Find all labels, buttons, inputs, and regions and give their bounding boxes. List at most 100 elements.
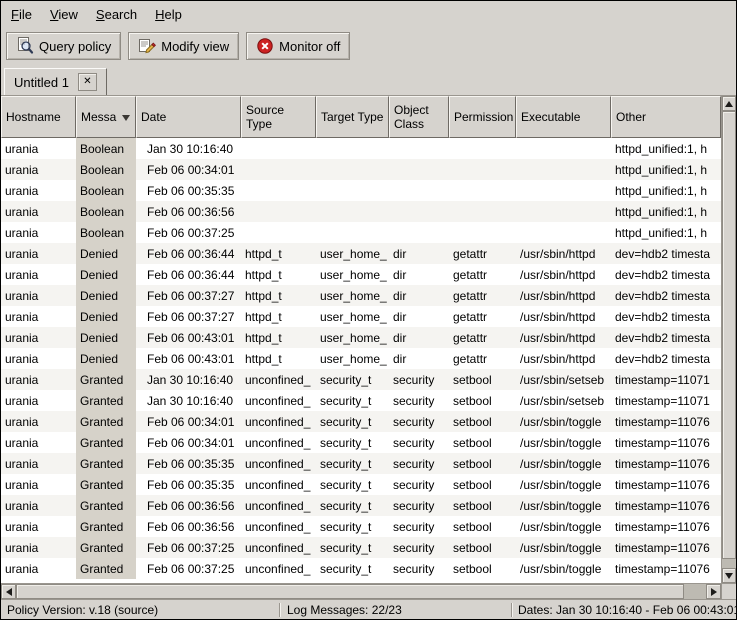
cell-message: Denied — [76, 243, 136, 264]
table-row[interactable]: urania Denied Feb 06 00:43:01 httpd_t us… — [1, 348, 721, 369]
cell-permission: setbool — [449, 432, 516, 453]
table-row[interactable]: urania Granted Feb 06 00:34:01 unconfine… — [1, 432, 721, 453]
cell-other: httpd_unified:1, h — [611, 201, 721, 222]
table-row[interactable]: urania Granted Feb 06 00:36:56 unconfine… — [1, 516, 721, 537]
tab-untitled-1[interactable]: Untitled 1 ✕ — [4, 68, 107, 95]
menu-bar: File View Search Help — [1, 1, 736, 27]
col-header-date[interactable]: Date — [136, 96, 241, 138]
tab-close-button[interactable]: ✕ — [78, 73, 97, 91]
table-row[interactable]: urania Denied Feb 06 00:36:44 httpd_t us… — [1, 264, 721, 285]
cell-other: dev=hdb2 timesta — [611, 264, 721, 285]
cell-message: Boolean — [76, 201, 136, 222]
cell-executable: /usr/sbin/toggle — [516, 432, 611, 453]
scroll-right-button[interactable] — [706, 584, 721, 599]
cell-source-type: httpd_t — [241, 243, 316, 264]
cell-message: Boolean — [76, 180, 136, 201]
cell-hostname: urania — [1, 432, 76, 453]
col-header-target-type[interactable]: Target Type — [316, 96, 389, 138]
cell-source-type: httpd_t — [241, 306, 316, 327]
cell-date: Feb 06 00:35:35 — [136, 453, 241, 474]
cell-source-type — [241, 138, 316, 159]
horizontal-scroll-thumb[interactable] — [16, 584, 684, 599]
scroll-left-button[interactable] — [1, 584, 16, 599]
cell-permission — [449, 138, 516, 159]
col-header-message[interactable]: Messa — [76, 96, 136, 138]
menu-view[interactable]: View — [50, 7, 78, 22]
table-row[interactable]: urania Granted Feb 06 00:36:56 unconfine… — [1, 495, 721, 516]
cell-hostname: urania — [1, 348, 76, 369]
vertical-scroll-trough[interactable] — [722, 111, 736, 568]
table-row[interactable]: urania Boolean Feb 06 00:36:56 httpd_uni… — [1, 201, 721, 222]
log-view: Hostname Messa Date Source Type Target T… — [1, 95, 736, 583]
table-row[interactable]: urania Denied Feb 06 00:36:44 httpd_t us… — [1, 243, 721, 264]
cell-hostname: urania — [1, 474, 76, 495]
cell-message: Granted — [76, 495, 136, 516]
scroll-up-button[interactable] — [722, 96, 736, 111]
table-row[interactable]: urania Granted Feb 06 00:35:35 unconfine… — [1, 474, 721, 495]
col-header-hostname[interactable]: Hostname — [1, 96, 76, 138]
monitor-off-button[interactable]: Monitor off — [246, 32, 350, 60]
cell-source-type: unconfined_ — [241, 453, 316, 474]
col-header-object-class[interactable]: Object Class — [389, 96, 449, 138]
col-header-other[interactable]: Other — [611, 96, 721, 138]
cell-message: Granted — [76, 411, 136, 432]
query-policy-button[interactable]: Query policy — [6, 32, 121, 60]
cell-target-type: user_home_ — [316, 243, 389, 264]
vertical-scroll-thumb[interactable] — [722, 111, 736, 559]
table-row[interactable]: urania Denied Feb 06 00:43:01 httpd_t us… — [1, 327, 721, 348]
tab-label: Untitled 1 — [14, 75, 69, 90]
table-row[interactable]: urania Granted Jan 30 10:16:40 unconfine… — [1, 369, 721, 390]
table-row[interactable]: urania Boolean Jan 30 10:16:40 httpd_uni… — [1, 138, 721, 159]
cell-date: Feb 06 00:37:25 — [136, 222, 241, 243]
cell-permission: setbool — [449, 390, 516, 411]
horizontal-scrollbar[interactable] — [1, 584, 721, 599]
cell-source-type: unconfined_ — [241, 474, 316, 495]
col-header-permission[interactable]: Permission — [449, 96, 516, 138]
cell-target-type: security_t — [316, 411, 389, 432]
horizontal-scroll-trough[interactable] — [16, 584, 706, 599]
sort-down-icon — [122, 115, 130, 121]
col-header-source-type[interactable]: Source Type — [241, 96, 316, 138]
cell-source-type — [241, 222, 316, 243]
cell-other: timestamp=11076 — [611, 558, 721, 579]
table-row[interactable]: urania Boolean Feb 06 00:37:25 httpd_uni… — [1, 222, 721, 243]
cell-other: httpd_unified:1, h — [611, 159, 721, 180]
table-row[interactable]: urania Denied Feb 06 00:37:27 httpd_t us… — [1, 306, 721, 327]
table-row[interactable]: urania Granted Feb 06 00:37:25 unconfine… — [1, 537, 721, 558]
menu-search[interactable]: Search — [96, 7, 137, 22]
right-arrow-icon — [711, 588, 717, 596]
status-bar: Policy Version: v.18 (source) Log Messag… — [1, 599, 736, 619]
cell-object-class — [389, 180, 449, 201]
cell-other: dev=hdb2 timesta — [611, 243, 721, 264]
up-arrow-icon — [725, 101, 733, 107]
cell-executable: /usr/sbin/httpd — [516, 243, 611, 264]
cell-hostname: urania — [1, 306, 76, 327]
vertical-scrollbar[interactable] — [721, 96, 736, 583]
cell-message: Granted — [76, 516, 136, 537]
table-row[interactable]: urania Granted Feb 06 00:37:25 unconfine… — [1, 558, 721, 579]
cell-executable — [516, 201, 611, 222]
cell-other: httpd_unified:1, h — [611, 138, 721, 159]
cell-date: Feb 06 00:37:25 — [136, 558, 241, 579]
menu-file[interactable]: File — [11, 7, 32, 22]
cell-permission — [449, 159, 516, 180]
cell-permission: setbool — [449, 495, 516, 516]
col-header-executable[interactable]: Executable — [516, 96, 611, 138]
cell-date: Feb 06 00:35:35 — [136, 180, 241, 201]
cell-date: Feb 06 00:34:01 — [136, 159, 241, 180]
modify-view-button[interactable]: Modify view — [128, 32, 239, 60]
cell-hostname: urania — [1, 558, 76, 579]
table-row[interactable]: urania Granted Feb 06 00:35:35 unconfine… — [1, 453, 721, 474]
scroll-down-button[interactable] — [722, 568, 736, 583]
cell-source-type: unconfined_ — [241, 390, 316, 411]
table-row[interactable]: urania Boolean Feb 06 00:34:01 httpd_uni… — [1, 159, 721, 180]
menu-help[interactable]: Help — [155, 7, 182, 22]
cell-message: Denied — [76, 285, 136, 306]
cell-object-class: security — [389, 453, 449, 474]
cell-target-type — [316, 180, 389, 201]
table-row[interactable]: urania Denied Feb 06 00:37:27 httpd_t us… — [1, 285, 721, 306]
cell-source-type: unconfined_ — [241, 558, 316, 579]
table-row[interactable]: urania Granted Feb 06 00:34:01 unconfine… — [1, 411, 721, 432]
table-row[interactable]: urania Granted Jan 30 10:16:40 unconfine… — [1, 390, 721, 411]
table-row[interactable]: urania Boolean Feb 06 00:35:35 httpd_uni… — [1, 180, 721, 201]
